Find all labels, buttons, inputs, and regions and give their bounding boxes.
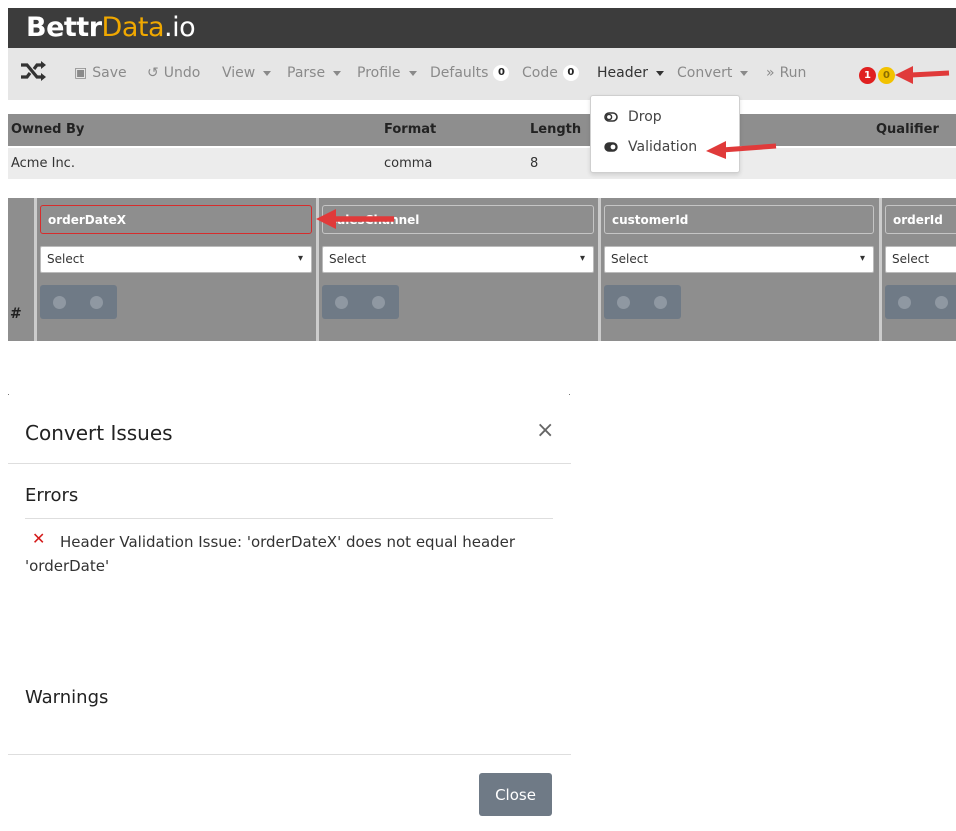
info-table-header: Owned By Format Length Qualifier: [8, 114, 956, 146]
divider: [8, 754, 571, 755]
run-button[interactable]: » Run: [766, 65, 806, 81]
format-value: comma: [384, 156, 433, 171]
warnings-heading: Warnings: [25, 687, 109, 708]
row-number-header: #: [10, 306, 22, 322]
column-actions[interactable]: [322, 285, 399, 319]
caret-down-icon: [740, 70, 749, 76]
menu-item-validation[interactable]: Validation: [604, 139, 697, 155]
check-icon[interactable]: [53, 296, 66, 309]
chevron-down-icon: ▾: [297, 253, 303, 264]
comment-icon[interactable]: [90, 296, 103, 309]
corner-mark: [8, 394, 9, 395]
chevron-down-icon: ▾: [859, 253, 865, 264]
column-header-input[interactable]: customerId: [604, 205, 874, 234]
save-button[interactable]: ▣ Save: [74, 65, 127, 81]
profile-menu[interactable]: Profile: [357, 65, 417, 81]
comment-icon[interactable]: [654, 296, 667, 309]
corner-mark: [569, 394, 570, 395]
defaults-count-badge: 0: [493, 65, 510, 81]
shuffle-icon[interactable]: [18, 58, 48, 88]
column-actions[interactable]: [40, 285, 117, 319]
comment-icon[interactable]: [372, 296, 385, 309]
length-header: Length: [530, 122, 582, 137]
error-message: Header Validation Issue: 'orderDateX' do…: [25, 533, 516, 575]
caret-down-icon: [408, 70, 417, 76]
header-menu[interactable]: Header: [597, 65, 664, 81]
annotation-arrow: [316, 209, 394, 229]
format-header: Format: [384, 122, 437, 137]
double-chevron-right-icon: »: [766, 65, 775, 81]
parse-menu[interactable]: Parse: [287, 65, 342, 81]
floppy-icon: ▣: [74, 65, 88, 81]
caret-down-icon: [263, 70, 272, 76]
brand-logo[interactable]: BettrData.io: [26, 12, 196, 43]
column-actions[interactable]: [885, 285, 956, 319]
check-icon[interactable]: [617, 296, 630, 309]
undo-icon: ↺: [147, 65, 159, 81]
dialog-title: Convert Issues: [25, 421, 173, 445]
caret-down-icon: [655, 70, 664, 76]
column-header-input[interactable]: orderId: [885, 205, 956, 234]
toolbar: ▣ Save ↺ Undo View Parse Profile Defaults 0…: [8, 48, 956, 100]
annotation-arrow: [895, 66, 950, 84]
view-menu[interactable]: View: [222, 65, 272, 81]
annotation-arrow: [706, 141, 777, 159]
caret-down-icon: [333, 70, 342, 76]
check-icon[interactable]: [898, 296, 911, 309]
info-table-row: Acme Inc. comma 8: [8, 148, 956, 179]
owned-by-header: Owned By: [11, 122, 85, 137]
close-button[interactable]: Close: [479, 773, 552, 816]
app-window: BettrData.io ▣ Save ↺ Undo View Parse Prof…: [8, 8, 956, 341]
header-dropdown-menu: Drop Validation: [590, 95, 740, 173]
convert-menu[interactable]: Convert: [677, 65, 749, 81]
errors-heading: Errors: [25, 485, 79, 506]
menu-item-drop[interactable]: Drop: [604, 109, 662, 125]
divider: [25, 518, 553, 519]
error-count-badge[interactable]: 1: [859, 67, 876, 84]
divider: [8, 463, 571, 464]
close-icon[interactable]: ×: [536, 420, 554, 442]
toggle-off-icon: [604, 112, 618, 122]
brand-bar: BettrData.io: [8, 8, 956, 48]
code-count-badge: 0: [562, 65, 579, 81]
column-actions[interactable]: [604, 285, 681, 319]
column-grid: # orderDateX salesChannel customerId ord…: [8, 198, 956, 341]
undo-button[interactable]: ↺ Undo: [147, 65, 200, 81]
toggle-on-icon: [604, 142, 618, 152]
check-icon[interactable]: [335, 296, 348, 309]
type-select[interactable]: Select ▾: [40, 246, 312, 273]
column-header-input[interactable]: orderDateX: [40, 205, 312, 234]
code-button[interactable]: Code 0: [522, 65, 579, 81]
comment-icon[interactable]: [935, 296, 948, 309]
qualifier-header: Qualifier: [876, 122, 939, 137]
chevron-down-icon: ▾: [579, 253, 585, 264]
owned-by-value: Acme Inc.: [11, 156, 75, 171]
defaults-button[interactable]: Defaults 0: [430, 65, 510, 81]
column-divider: [879, 198, 882, 341]
type-select[interactable]: Select: [885, 246, 956, 273]
convert-issues-dialog: Convert Issues × Errors ✕ Header Validat…: [8, 396, 571, 831]
column-divider: [598, 198, 601, 341]
type-select[interactable]: Select ▾: [322, 246, 594, 273]
length-value: 8: [530, 156, 539, 171]
type-select[interactable]: Select ▾: [604, 246, 874, 273]
column-divider: [34, 198, 37, 341]
